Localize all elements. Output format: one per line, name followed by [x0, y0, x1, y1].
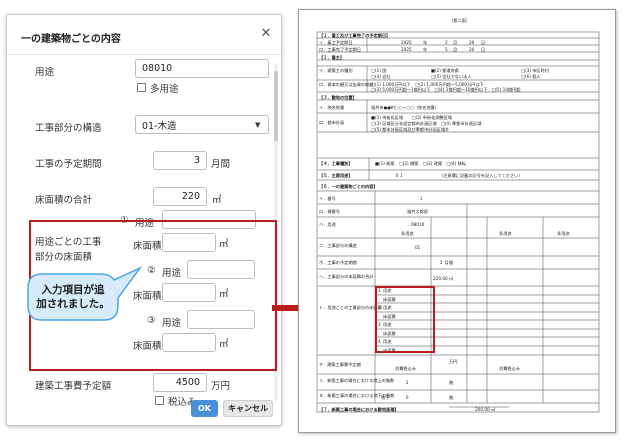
doc-s3-label-2: ロ．都市計画 — [319, 120, 345, 125]
doc-s2-opt-2: ■(2) 都道府県 — [431, 68, 459, 73]
doc-s7-value: 200.00 ㎡ — [475, 407, 496, 412]
ok-button[interactable]: OK — [191, 400, 218, 417]
floor-total-unit: ㎡ — [212, 195, 222, 206]
doc-s6-row-per-use: ト．用途ごとの工事部分の床面積 — [319, 305, 382, 310]
period-unit: 月間 — [211, 159, 231, 170]
doc-s6-area-value: 220.00 ㎡ — [433, 276, 454, 281]
close-icon[interactable]: ✕ — [259, 27, 273, 41]
form-document-preview: （第二面） 【１．着工及び工事完了の予定期日】 イ．着工予定期日 2025 年 … — [298, 9, 616, 433]
doc-page-label: （第二面） — [449, 18, 470, 23]
doc-s6-below-label: 地下 — [381, 395, 390, 400]
doc-s1-row1-month: 2 — [445, 40, 448, 45]
doc-s6-tax-1: 消費税込み — [395, 366, 416, 371]
doc-s1-row2-year: 2025 — [401, 47, 412, 52]
cost-unit: 万円 — [211, 381, 231, 392]
doc-section-4: 【４．工事種別】 — [319, 161, 353, 166]
doc-section-1: 【１．着工及び工事完了の予定期日】 — [319, 33, 391, 38]
doc-s2-label-1: イ．建築主の種別 — [319, 68, 353, 73]
multi-use-label: 多用途 — [150, 84, 179, 95]
doc-s6-use-value: 08010 — [411, 222, 425, 227]
doc-s1-row2-day: 20 — [469, 47, 475, 52]
period-input[interactable]: 3 — [153, 151, 207, 170]
doc-s6-above-unit: 階 — [449, 380, 454, 385]
doc-s1-row1-day: 20 — [469, 40, 475, 45]
doc-s6-row-area: ヘ．工事部分の床面積の合計 — [319, 274, 374, 279]
floor-total-label: 床面積の合計 — [35, 195, 93, 206]
doc-s3-address: 福井市●●町○○ー○○（地名地番） — [371, 105, 439, 110]
doc-s6-above-value: ２ — [405, 380, 410, 385]
doc-s1-row1-y: 年 — [423, 40, 428, 45]
doc-s1-row2-month: 5 — [445, 47, 448, 52]
doc-s2-opt-6: □(6) 個人 — [521, 74, 541, 79]
doc-s2-opt-3: □(3) 市区町村 — [521, 68, 549, 73]
doc-s2-opt-1: □(1) 国 — [371, 68, 387, 73]
doc-s6-num-value: １ — [419, 196, 424, 201]
tax-included-checkbox[interactable] — [155, 396, 164, 405]
doc-added-fields-highlight — [375, 286, 435, 353]
purpose-label: 用途 — [35, 67, 55, 78]
doc-s2-opt-5: □(5) 会社でない法人 — [431, 74, 472, 79]
doc-s6-period-value: ３ 月間 — [439, 260, 453, 265]
doc-s6-below-value: ０ — [405, 395, 410, 400]
doc-s6-below-unit: 階 — [449, 395, 454, 400]
doc-s2-capital-2: □(3) 5,000万円超～1億円以下 □(4) 1億円超～10億円以下 □(5… — [371, 87, 521, 92]
structure-select[interactable]: 01-木造 — [135, 115, 269, 134]
doc-s1-row2-d: 日 — [481, 47, 486, 52]
doc-section-5: 【５．主要用途】 — [319, 173, 353, 178]
doc-s6-tax-2: 消費税込み — [499, 366, 520, 371]
doc-s6-multi-3: 多用途 — [557, 231, 570, 236]
dialog-title: 一の建築物ごとの内容 — [21, 34, 121, 45]
doc-s1-row1-m: 月 — [453, 40, 458, 45]
doc-s1-row1-year: 2025 — [401, 40, 412, 45]
purpose-input[interactable]: 08010 — [135, 59, 269, 78]
callout-line1: 入力項目が追 — [41, 284, 105, 296]
callout-line2: 加されました。 — [36, 298, 110, 310]
doc-section-3: 【３．敷地の位置】 — [319, 95, 357, 100]
dialog-header: 一の建築物ごとの内容 ✕ — [7, 15, 281, 55]
period-label: 工事の予定期間 — [35, 159, 102, 170]
dialog-scrollbar-thumb[interactable] — [274, 71, 278, 141]
doc-s5-note: （注意欄に記載の記号を記入してください） — [439, 173, 523, 178]
doc-s6-row-name: ロ．棟番号 — [319, 209, 340, 214]
cost-label: 建築工事費予定額 — [35, 381, 112, 392]
doc-s2-opt-4: □(4) 会社 — [371, 74, 391, 79]
cancel-button[interactable]: キャンセル — [223, 400, 273, 417]
doc-section-7: 【７．新築工事の場合における敷地面積】 — [319, 407, 399, 412]
doc-s6-cost-unit: 万円 — [449, 359, 458, 364]
doc-s1-row2-y: 年 — [423, 47, 428, 52]
structure-select-value: 01-木造 — [142, 120, 177, 132]
callout-text: 入力項目が追 加されました。 — [32, 283, 114, 311]
structure-label: 工事部分の構造 — [35, 123, 102, 134]
building-content-dialog: 一の建築物ごとの内容 ✕ 用途 08010 多用途 工事部分の構造 01-木造 … — [6, 14, 282, 426]
doc-s6-row-use: ハ．用途 — [319, 222, 336, 227]
multi-use-checkbox[interactable] — [137, 83, 146, 92]
doc-s6-row-num: イ．番号 — [319, 196, 336, 201]
doc-s3-plan-1: ■(1) 市街化区域 □(2) 市街化調整区域 — [371, 115, 453, 120]
doc-section-2: 【２．着主】 — [319, 55, 345, 60]
doc-s3-plan-2: □(3) 区域区分非設定都市計画区域 □(4) 準都市計画区域 — [371, 121, 482, 126]
doc-s6-row-struct: ニ．工事部分の構造 — [319, 243, 357, 248]
doc-s1-row2-m: 月 — [453, 47, 458, 52]
doc-s6-name-value: 福井太郎邸 — [407, 209, 428, 214]
chevron-down-icon: ▼ — [255, 121, 261, 129]
doc-s6-row-above: リ．新築工事の場合における地上の階数 — [319, 378, 395, 383]
doc-s1-row1-label: イ．着工予定期日 — [319, 40, 353, 45]
doc-s1-row2-label: ロ．工事完了予定期日 — [319, 47, 361, 52]
doc-s1-row1-d: 日 — [481, 40, 486, 45]
doc-s6-multi-1: 多用途 — [401, 231, 414, 236]
doc-s3-label-1: イ．地名地番 — [319, 105, 345, 110]
cost-input[interactable]: 4500 — [153, 373, 207, 392]
doc-s2-label-2: ロ．資本の額又は出資の総額 — [319, 82, 374, 87]
doc-s6-struct-value: 01 — [415, 245, 421, 250]
doc-s6-row-period: ホ．工事の予定期間 — [319, 260, 357, 265]
doc-section-6: 【６．一の建築物ごとの内容】 — [319, 184, 378, 189]
doc-s6-multi-2: 多用途 — [499, 231, 512, 236]
floor-total-input[interactable]: 220 — [153, 187, 207, 206]
doc-s5-value: ０１ — [395, 173, 404, 178]
doc-s3-plan-3: □(5) 都市計画区域及び準都市計画区域外 — [371, 127, 450, 132]
doc-s4-value: ■(1) 新築 □(2) 増築 □(3) 改築 □(4) 移転 — [375, 161, 466, 166]
doc-s6-row-cost: チ．建築工事費予定額 — [319, 362, 361, 367]
